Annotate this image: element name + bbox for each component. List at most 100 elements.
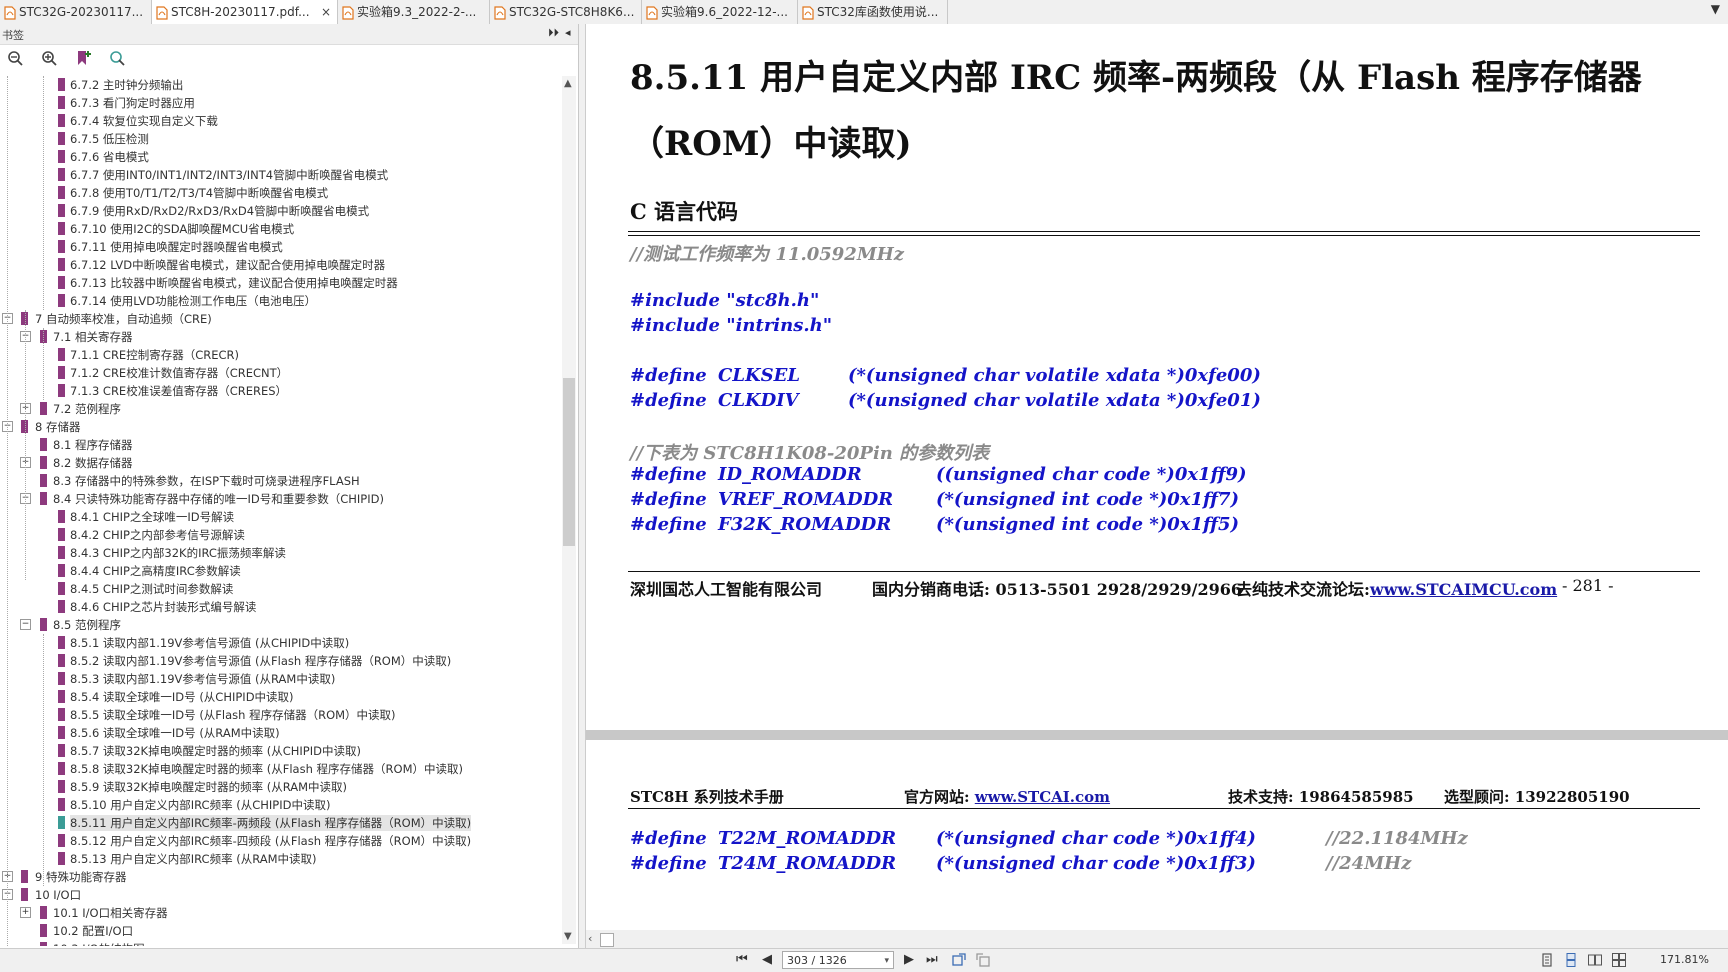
- tab-4[interactable]: STC32G-STC8H8K6...: [490, 0, 642, 24]
- bookmark-item[interactable]: 8.5.6 读取全球唯一ID号 (从RAM中读取): [0, 724, 560, 742]
- page-dropdown-icon[interactable]: ▾: [884, 952, 889, 970]
- tab-6[interactable]: STC32库函数使用说...: [798, 0, 948, 24]
- next-page-button[interactable]: ▶: [904, 952, 914, 967]
- bookmark-item[interactable]: 8.5.5 读取全球唯一ID号 (从Flash 程序存储器（ROM）中读取): [0, 706, 560, 724]
- bookmark-item[interactable]: 6.7.10 使用I2C的SDA脚唤醒MCU省电模式: [0, 220, 560, 238]
- bookmark-panel-title: 书签: [2, 29, 24, 42]
- expand-bookmark-icon[interactable]: [7, 50, 23, 66]
- bookmark-item[interactable]: 6.7.7 使用INT0/INT1/INT2/INT3/INT4管脚中断唤醒省电…: [0, 166, 560, 184]
- single-page-view-icon[interactable]: [1540, 953, 1554, 967]
- bookmark-item[interactable]: −8 存储器: [0, 418, 560, 436]
- pdf-file-icon: [4, 5, 16, 20]
- bookmark-item[interactable]: 6.7.11 使用掉电唤醒定时器唤醒省电模式: [0, 238, 560, 256]
- tab-5[interactable]: 实验箱9.6_2022-12-...: [642, 0, 798, 24]
- bookmark-item[interactable]: 7.1.2 CRE校准计数值寄存器（CRECNT）: [0, 364, 560, 382]
- header-site-link[interactable]: www.STCAI.com: [975, 788, 1110, 806]
- bookmark-item[interactable]: +10.1 I/O口相关寄存器: [0, 904, 560, 922]
- bookmark-item[interactable]: 6.7.4 软复位实现自定义下载: [0, 112, 560, 130]
- horizontal-scrollbar[interactable]: ‹: [586, 930, 1728, 948]
- tab-list-menu-button[interactable]: ▼: [1711, 2, 1720, 16]
- bookmark-item[interactable]: 8.1 程序存储器: [0, 436, 560, 454]
- bookmark-item[interactable]: 7.1.3 CRE校准误差值寄存器（CRERES）: [0, 382, 560, 400]
- horizontal-scrollbar-thumb[interactable]: [600, 933, 614, 947]
- scroll-left-icon[interactable]: ‹: [588, 932, 592, 945]
- bookmark-label: 10 I/O口: [35, 888, 82, 902]
- close-tab-icon[interactable]: ×: [321, 0, 331, 24]
- bookmark-item[interactable]: 8.5.8 读取32K掉电唤醒定时器的频率 (从Flash 程序存储器（ROM）…: [0, 760, 560, 778]
- tab-1[interactable]: STC32G-20230117...: [0, 0, 152, 24]
- bookmark-item[interactable]: 6.7.12 LVD中断唤醒省电模式，建议配合使用掉电唤醒定时器: [0, 256, 560, 274]
- bookmark-scrollbar[interactable]: ▲ ▼: [562, 76, 576, 944]
- bookmark-item[interactable]: 8.4.4 CHIP之高精度IRC参数解读: [0, 562, 560, 580]
- bookmark-item[interactable]: 6.7.3 看门狗定时器应用: [0, 94, 560, 112]
- bookmark-item[interactable]: 8.5.10 用户自定义内部IRC频率 (从CHIPID中读取): [0, 796, 560, 814]
- bookmark-item[interactable]: −8.4 只读特殊功能寄存器中存储的唯一ID号和重要参数（CHIPID): [0, 490, 560, 508]
- footer-forum: 去纯技术交流论坛:www.STCAIMCU.com: [1236, 576, 1557, 600]
- bookmark-item[interactable]: 8.4.2 CHIP之内部参考信号源解读: [0, 526, 560, 544]
- bookmark-item[interactable]: 7.1.1 CRE控制寄存器（CRECR): [0, 346, 560, 364]
- go-forward-view-icon[interactable]: [976, 953, 990, 967]
- bookmark-item[interactable]: 8.5.3 读取内部1.19V参考信号源值 (从RAM中读取): [0, 670, 560, 688]
- bookmark-item[interactable]: 8.5.1 读取内部1.19V参考信号源值 (从CHIPID中读取): [0, 634, 560, 652]
- bookmark-item[interactable]: 6.7.5 低压检测: [0, 130, 560, 148]
- collapse-node-icon[interactable]: −: [20, 619, 31, 630]
- bookmark-label: 10.1 I/O口相关寄存器: [53, 906, 168, 920]
- bookmark-item[interactable]: 8.4.5 CHIP之测试时间参数解读: [0, 580, 560, 598]
- tab-2[interactable]: STC8H-20230117.pdf... ×: [152, 0, 338, 24]
- bookmark-item[interactable]: 8.5.9 读取32K掉电唤醒定时器的频率 (从RAM中读取): [0, 778, 560, 796]
- bookmark-icon: [40, 456, 47, 469]
- bookmark-label: 8.5.7 读取32K掉电唤醒定时器的频率 (从CHIPID中读取): [70, 744, 361, 758]
- bookmark-item[interactable]: −10 I/O口: [0, 886, 560, 904]
- bookmark-item[interactable]: +9 特殊功能寄存器: [0, 868, 560, 886]
- page-number-field[interactable]: 303 / 1326 ▾: [782, 951, 894, 969]
- bookmark-item[interactable]: 6.7.9 使用RxD/RxD2/RxD3/RxD4管脚中断唤醒省电模式: [0, 202, 560, 220]
- bookmark-item[interactable]: 6.7.6 省电模式: [0, 148, 560, 166]
- bookmark-item[interactable]: 10.2 配置I/O口: [0, 922, 560, 940]
- bookmark-item[interactable]: 6.7.8 使用T0/T1/T2/T3/T4管脚中断唤醒省电模式: [0, 184, 560, 202]
- bookmark-item[interactable]: − 8.5 范例程序: [0, 616, 560, 634]
- bookmark-item[interactable]: 6.7.13 比较器中断唤醒省电模式，建议配合使用掉电唤醒定时器: [0, 274, 560, 292]
- bookmark-item[interactable]: +7.2 范例程序: [0, 400, 560, 418]
- bookmark-item[interactable]: 8.4.3 CHIP之内部32K的IRC振荡频率解读: [0, 544, 560, 562]
- bookmark-icon: [58, 150, 65, 163]
- bookmark-item[interactable]: 8.5.7 读取32K掉电唤醒定时器的频率 (从CHIPID中读取): [0, 742, 560, 760]
- expand-node-icon[interactable]: +: [20, 907, 31, 918]
- tab-3[interactable]: 实验箱9.3_2022-2-...: [338, 0, 490, 24]
- continuous-view-icon[interactable]: [1564, 953, 1578, 967]
- continuous-facing-view-icon[interactable]: [1612, 953, 1626, 967]
- go-back-view-icon[interactable]: [952, 953, 966, 967]
- scroll-up-icon[interactable]: ▲: [564, 78, 572, 89]
- facing-view-icon[interactable]: [1588, 953, 1602, 967]
- footer-forum-link[interactable]: www.STCAIMCU.com: [1370, 580, 1557, 599]
- last-page-button[interactable]: ⏭: [926, 952, 938, 967]
- bookmark-item[interactable]: 8.5.13 用户自定义内部IRC频率 (从RAM中读取): [0, 850, 560, 868]
- bookmark-item[interactable]: 8.5.11 用户自定义内部IRC频率-两频段 (从Flash 程序存储器（RO…: [0, 814, 560, 832]
- bookmark-scrollbar-thumb[interactable]: [563, 378, 575, 546]
- bookmark-item[interactable]: 8.4.6 CHIP之芯片封装形式编号解读: [0, 598, 560, 616]
- find-bookmark-icon[interactable]: [109, 50, 125, 66]
- close-panel-button[interactable]: ◂: [565, 26, 571, 39]
- previous-page-button[interactable]: ◀: [762, 952, 772, 967]
- first-page-button[interactable]: ⏮: [736, 952, 748, 967]
- bookmark-label: 7.1.1 CRE控制寄存器（CRECR): [70, 348, 239, 362]
- bookmark-item[interactable]: 8.3 存储器中的特殊参数，在ISP下载时可烧录进程序FLASH: [0, 472, 560, 490]
- panel-splitter[interactable]: [579, 24, 586, 948]
- bookmark-item[interactable]: −7.1 相关寄存器: [0, 328, 560, 346]
- collapse-bookmark-icon[interactable]: [41, 50, 57, 66]
- add-bookmark-icon[interactable]: [75, 50, 91, 66]
- expand-panel-button[interactable]: ⏵⏵: [548, 26, 559, 40]
- zoom-level[interactable]: 171.81%: [1660, 953, 1709, 966]
- bookmark-icon: [58, 834, 65, 847]
- bookmark-item[interactable]: 8.5.4 读取全球唯一ID号 (从CHIPID中读取): [0, 688, 560, 706]
- bookmark-item[interactable]: 8.5.2 读取内部1.19V参考信号源值 (从Flash 程序存储器（ROM）…: [0, 652, 560, 670]
- bookmark-item[interactable]: 8.4.1 CHIP之全球唯一ID号解读: [0, 508, 560, 526]
- scroll-down-icon[interactable]: ▼: [564, 931, 572, 942]
- document-view[interactable]: 8.5.11 用户自定义内部 IRC 频率-两频段（从 Flash 程序存储器 …: [586, 24, 1728, 948]
- bookmark-item[interactable]: 6.7.14 使用LVD功能检测工作电压（电池电压）: [0, 292, 560, 310]
- bookmark-item[interactable]: 8.5.12 用户自定义内部IRC频率-四频段 (从Flash 程序存储器（RO…: [0, 832, 560, 850]
- bookmark-item[interactable]: +8.2 数据存储器: [0, 454, 560, 472]
- bookmark-item[interactable]: 10.3 I/O的结构图: [0, 940, 560, 946]
- bookmark-label: 8.2 数据存储器: [53, 456, 133, 470]
- bookmark-item[interactable]: −7 自动频率校准，自动追频（CRE): [0, 310, 560, 328]
- bookmark-item[interactable]: 6.7.2 主时钟分频输出: [0, 76, 560, 94]
